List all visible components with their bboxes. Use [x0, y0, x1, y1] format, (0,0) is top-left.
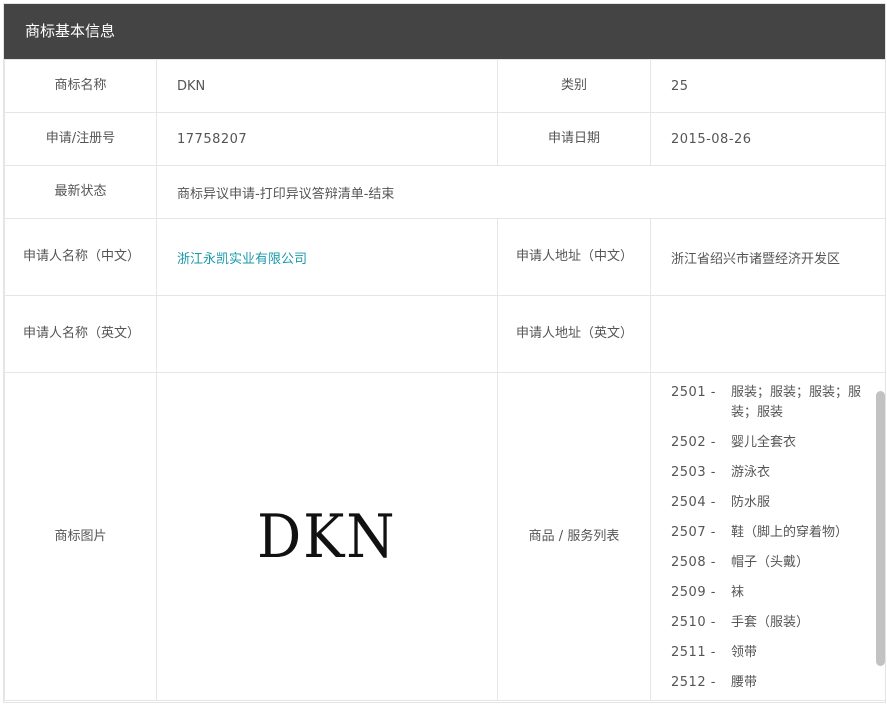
goods-code: 2502 - — [671, 435, 716, 450]
goods-item: 2511 - 领带 — [671, 643, 885, 663]
label-status: 最新状态 — [4, 165, 157, 219]
goods-name: 游泳衣 — [731, 465, 771, 480]
goods-name: 帽子（头戴） — [731, 555, 810, 570]
goods-list-scrollbar[interactable] — [876, 391, 885, 666]
label-image: 商标图片 — [4, 372, 157, 701]
value-reg-no: 17758207 — [156, 112, 498, 166]
trademark-info-table: 商标名称 DKN 类别 25 申请/注册号 17758207 申请日期 2015… — [4, 59, 885, 701]
goods-name: 手套（服装） — [731, 615, 810, 630]
goods-name: 婴儿全套衣 — [731, 435, 797, 450]
value-status: 商标异议申请-打印异议答辩清单-结束 — [156, 165, 885, 219]
goods-item: 2507 - 鞋（脚上的穿着物） — [671, 523, 885, 543]
trademark-logo-image: DKN — [257, 501, 397, 572]
goods-name: 服装；服装；服装；服装；服装 — [731, 385, 862, 420]
goods-code: 2512 - — [671, 675, 716, 688]
goods-code: 2511 - — [671, 645, 716, 660]
goods-code: 2510 - — [671, 615, 716, 630]
goods-name: 领带 — [731, 645, 758, 660]
row-image-goods: 商标图片 DKN 商品 / 服务列表 2501 - 服装；服装；服装；服装；服装 2… — [4, 372, 885, 701]
goods-list[interactable]: 2501 - 服装；服装；服装；服装；服装 2502 - 婴儿全套衣 2503 - 游泳衣… — [651, 373, 885, 688]
goods-item: 2503 - 游泳衣 — [671, 463, 885, 483]
goods-list-cell: 2501 - 服装；服装；服装；服装；服装 2502 - 婴儿全套衣 2503 - 游泳衣… — [650, 372, 885, 701]
goods-code: 2507 - — [671, 525, 716, 540]
goods-item: 2508 - 帽子（头戴） — [671, 553, 885, 573]
goods-item: 2501 - 服装；服装；服装；服装；服装 — [671, 383, 885, 423]
applicant-cn-link[interactable]: 浙江永凯实业有限公司 — [177, 252, 307, 267]
goods-code: 2501 - — [671, 385, 716, 400]
label-trademark-name: 商标名称 — [4, 59, 157, 113]
row-name: 商标名称 DKN 类别 25 — [4, 59, 885, 113]
goods-name: 袜 — [731, 585, 745, 600]
value-category: 25 — [650, 59, 885, 113]
row-status: 最新状态 商标异议申请-打印异议答辩清单-结束 — [4, 165, 885, 219]
row-reg: 申请/注册号 17758207 申请日期 2015-08-26 — [4, 112, 885, 166]
goods-code: 2503 - — [671, 465, 716, 480]
row-applicant-en: 申请人名称（英文） 申请人地址（英文） — [4, 295, 885, 373]
value-trademark-name: DKN — [156, 59, 498, 113]
trademark-image-cell: DKN — [156, 372, 498, 701]
row-applicant-cn: 申请人名称（中文） 浙江永凯实业有限公司 申请人地址（中文） 浙江省绍兴市诸暨经… — [4, 218, 885, 296]
label-applicant-en: 申请人名称（英文） — [4, 295, 157, 373]
goods-item: 2502 - 婴儿全套衣 — [671, 433, 885, 453]
trademark-info-panel: 商标基本信息 商标名称 DKN 类别 25 申请/注册号 17758207 申请… — [3, 3, 886, 703]
goods-item: 2512 - 腰带 — [671, 673, 885, 688]
panel-title: 商标基本信息 — [4, 4, 885, 59]
value-applicant-cn-cell: 浙江永凯实业有限公司 — [156, 218, 498, 296]
value-apply-date: 2015-08-26 — [650, 112, 885, 166]
label-apply-date: 申请日期 — [497, 112, 651, 166]
goods-code: 2504 - — [671, 495, 716, 510]
label-goods: 商品 / 服务列表 — [497, 372, 651, 701]
goods-code: 2508 - — [671, 555, 716, 570]
label-reg-no: 申请/注册号 — [4, 112, 157, 166]
goods-name: 鞋（脚上的穿着物） — [731, 525, 849, 540]
label-address-cn: 申请人地址（中文） — [497, 218, 651, 296]
goods-item: 2509 - 袜 — [671, 583, 885, 603]
goods-name: 防水服 — [731, 495, 771, 510]
label-applicant-cn: 申请人名称（中文） — [4, 218, 157, 296]
value-address-cn: 浙江省绍兴市诸暨经济开发区 — [650, 218, 885, 296]
value-address-en — [650, 295, 885, 373]
label-category: 类别 — [497, 59, 651, 113]
value-applicant-en — [156, 295, 498, 373]
goods-code: 2509 - — [671, 585, 716, 600]
goods-item: 2510 - 手套（服装） — [671, 613, 885, 633]
goods-item: 2504 - 防水服 — [671, 493, 885, 513]
label-address-en: 申请人地址（英文） — [497, 295, 651, 373]
goods-name: 腰带 — [731, 675, 758, 688]
